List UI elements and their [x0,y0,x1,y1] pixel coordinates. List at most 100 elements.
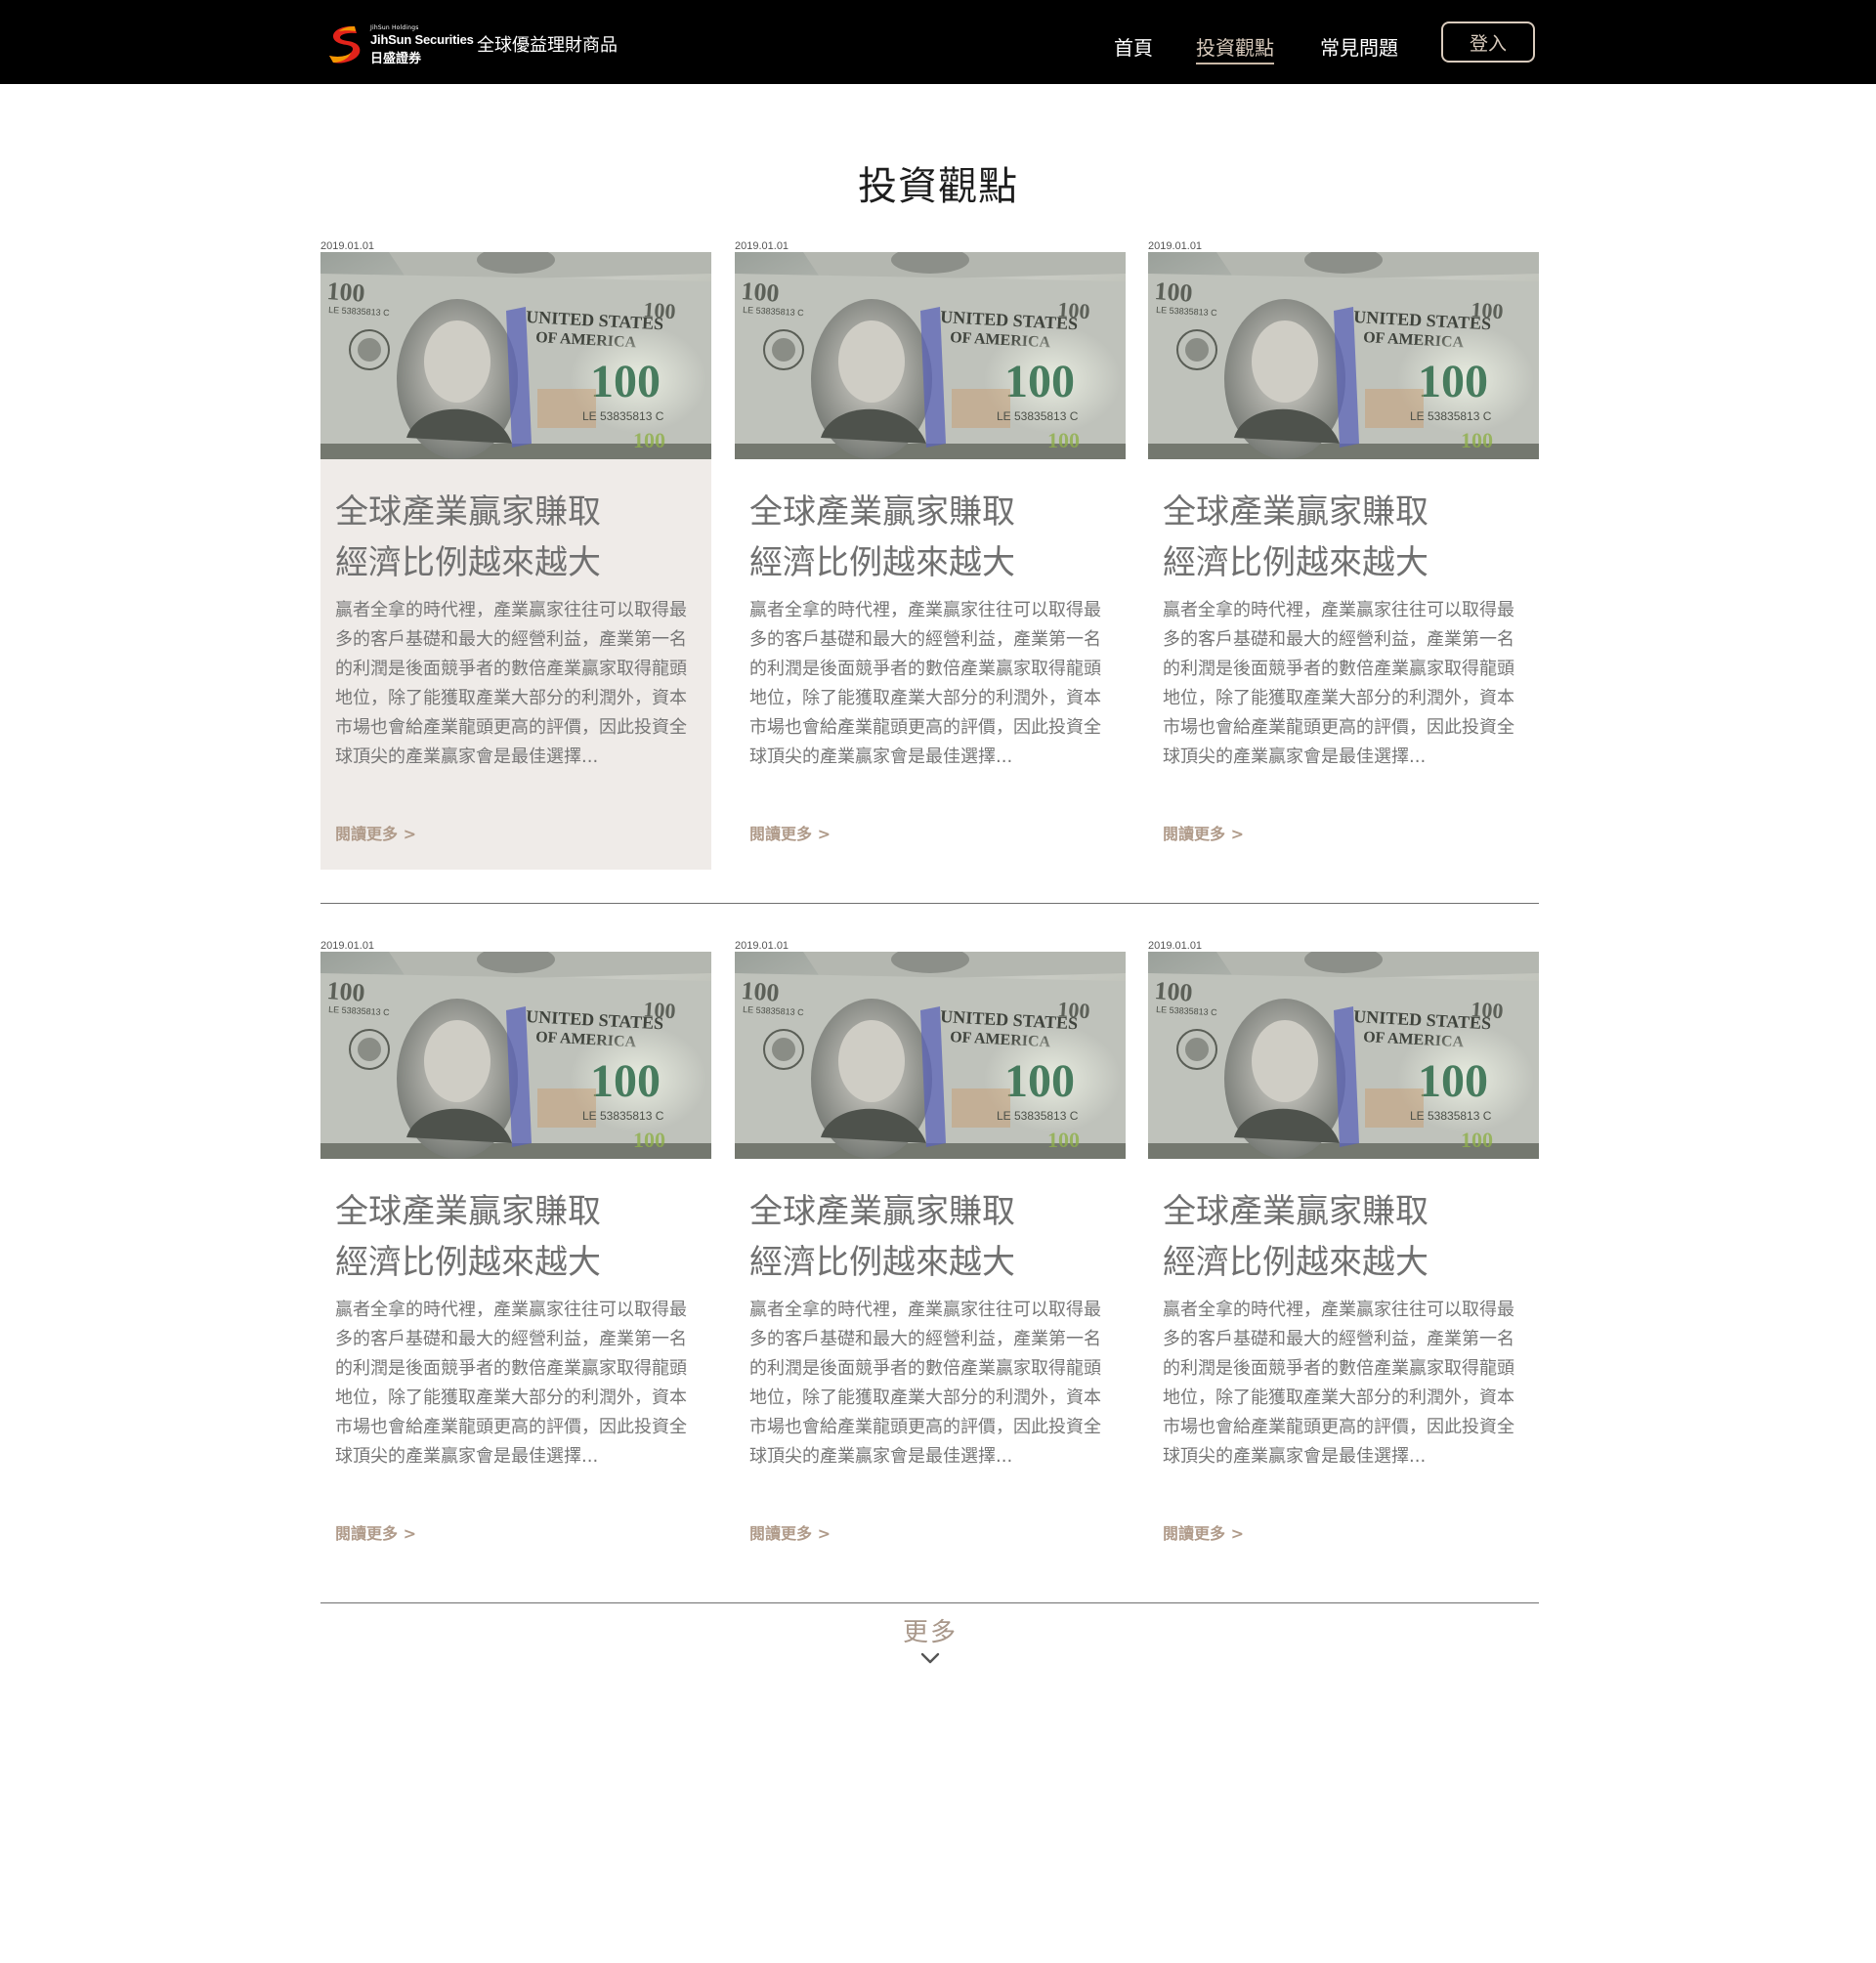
svg-text:LE 53835813 C: LE 53835813 C [1410,1109,1492,1123]
svg-text:100: 100 [643,997,677,1023]
article-title[interactable]: 全球產業贏家賺取 經濟比例越來越大 [335,1186,702,1288]
article-title-line: 全球產業贏家賺取 [749,1192,1015,1231]
svg-text:LE 53835813 C: LE 53835813 C [582,1109,664,1123]
article-image[interactable]: 100 LE 53835813 C UNITED STATES OF AMERI… [735,952,1126,1159]
login-button-label: 登入 [1469,32,1507,55]
hundred-dollar-bill-image: 100 LE 53835813 C UNITED STATES OF AMERI… [1148,952,1539,1159]
article-date: 2019.01.01 [320,240,375,252]
svg-text:100: 100 [741,976,781,1007]
article-title[interactable]: 全球產業贏家賺取 經濟比例越來越大 [335,487,702,588]
read-more-link[interactable]: 閱讀更多 > [749,821,831,844]
article-image[interactable]: 100 LE 53835813 C UNITED STATES OF AMERI… [1148,952,1539,1159]
article-body: 全球產業贏家賺取 經濟比例越來越大 贏者全拿的時代裡，產業贏家往往可以取得最多的… [1148,459,1539,870]
article-image[interactable]: 100 LE 53835813 C UNITED STATES OF AMERI… [735,252,1126,459]
hundred-dollar-bill-image: 100 LE 53835813 C UNITED STATES OF AMERI… [735,252,1126,459]
article-title[interactable]: 全球產業贏家賺取 經濟比例越來越大 [749,1186,1116,1288]
article-title[interactable]: 全球產業贏家賺取 經濟比例越來越大 [1163,487,1529,588]
hundred-dollar-bill-image: 100 LE 53835813 C UNITED STATES OF AMERI… [320,252,711,459]
article-excerpt: 贏者全拿的時代裡，產業贏家往往可以取得最多的客戶基礎和最大的經營利益，產業第一名… [1163,1300,1514,1467]
svg-text:100: 100 [326,277,366,308]
article-title-line: 經濟比例越來越大 [1163,543,1428,582]
article-body: 全球產業贏家賺取 經濟比例越來越大 贏者全拿的時代裡，產業贏家往往可以取得最多的… [320,1159,711,1569]
site-name: 全球優益理財商品 [477,35,618,56]
svg-text:100: 100 [633,428,665,452]
svg-text:100: 100 [1154,976,1194,1007]
svg-text:100: 100 [326,976,366,1007]
article-excerpt: 贏者全拿的時代裡，產業贏家往往可以取得最多的客戶基礎和最大的經營利益，產業第一名… [749,1300,1101,1467]
article-title-line: 經濟比例越來越大 [335,543,601,582]
article-title-line: 全球產業贏家賺取 [1163,492,1428,532]
hundred-dollar-bill-image: 100 LE 53835813 C UNITED STATES OF AMERI… [735,952,1126,1159]
article-title-line: 經濟比例越來越大 [749,1243,1015,1282]
article-title[interactable]: 全球產業贏家賺取 經濟比例越來越大 [749,487,1116,588]
svg-text:100: 100 [1004,1055,1075,1107]
nav-item-home[interactable]: 首頁 [1114,32,1153,61]
article-title[interactable]: 全球產業贏家賺取 經濟比例越來越大 [1163,1186,1529,1288]
article-body: 全球產業贏家賺取 經濟比例越來越大 贏者全拿的時代裡，產業贏家往往可以取得最多的… [1148,1159,1539,1569]
article-image[interactable]: 100 LE 53835813 C UNITED STATES OF AMERI… [320,252,711,459]
article-body: 全球產業贏家賺取 經濟比例越來越大 贏者全拿的時代裡，產業贏家往往可以取得最多的… [735,1159,1126,1569]
article-excerpt: 贏者全拿的時代裡，產業贏家往往可以取得最多的客戶基礎和最大的經營利益，產業第一名… [749,600,1101,767]
hundred-dollar-bill-image: 100 LE 53835813 C UNITED STATES OF AMERI… [320,952,711,1159]
article-title-line: 全球產業贏家賺取 [335,1192,601,1231]
svg-text:100: 100 [1461,428,1493,452]
nav-item-investment-insights[interactable]: 投資觀點 [1196,32,1274,64]
article-body: 全球產業贏家賺取 經濟比例越來越大 贏者全拿的時代裡，產業贏家往往可以取得最多的… [320,459,711,870]
svg-text:LE 53835813 C: LE 53835813 C [582,409,664,423]
svg-text:100: 100 [633,1128,665,1152]
read-more-link[interactable]: 閱讀更多 > [1163,821,1244,844]
svg-text:100: 100 [1418,356,1488,407]
page-title: 投資觀點 [858,164,1018,209]
load-more-button[interactable]: 更多 [870,1612,991,1671]
article-date: 2019.01.01 [320,940,375,952]
article-title-line: 經濟比例越來越大 [749,543,1015,582]
active-nav-underline [1196,63,1274,64]
svg-text:100: 100 [590,356,661,407]
svg-text:100: 100 [590,1055,661,1107]
svg-text:LE 53835813 C: LE 53835813 C [1410,409,1492,423]
article-excerpt: 贏者全拿的時代裡，產業贏家往往可以取得最多的客戶基礎和最大的經營利益，產業第一名… [335,600,687,767]
svg-text:100: 100 [1047,1128,1080,1152]
article-image[interactable]: 100 LE 53835813 C UNITED STATES OF AMERI… [320,952,711,1159]
article-title-line: 全球產業贏家賺取 [1163,1192,1428,1231]
svg-text:100: 100 [1004,356,1075,407]
svg-text:100: 100 [741,277,781,308]
svg-text:100: 100 [1057,997,1091,1023]
logo-holdings-text: JihSun Holdings [370,24,419,31]
article-title-line: 全球產業贏家賺取 [749,492,1015,532]
article-title-line: 經濟比例越來越大 [335,1243,601,1282]
login-button[interactable]: 登入 [1441,21,1535,63]
chevron-down-icon [920,1652,940,1664]
row-divider [320,1602,1539,1603]
jihsun-logo-icon [329,25,361,64]
nav-item-faq[interactable]: 常見問題 [1320,32,1398,61]
svg-text:LE 53835813 C: LE 53835813 C [997,1109,1079,1123]
read-more-link[interactable]: 閱讀更多 > [749,1520,831,1544]
svg-text:100: 100 [1418,1055,1488,1107]
svg-text:100: 100 [1154,277,1194,308]
article-title-line: 經濟比例越來越大 [1163,1243,1428,1282]
article-date: 2019.01.01 [735,940,789,952]
read-more-link[interactable]: 閱讀更多 > [335,821,416,844]
article-image[interactable]: 100 LE 53835813 C UNITED STATES OF AMERI… [1148,252,1539,459]
article-body: 全球產業贏家賺取 經濟比例越來越大 贏者全拿的時代裡，產業贏家往往可以取得最多的… [735,459,1126,870]
read-more-link[interactable]: 閱讀更多 > [335,1520,416,1544]
article-date: 2019.01.01 [1148,240,1203,252]
article-date: 2019.01.01 [1148,940,1203,952]
article-title-line: 全球產業贏家賺取 [335,492,601,532]
logo-chinese-name: 日盛證券 [370,52,422,66]
hundred-dollar-bill-image: 100 LE 53835813 C UNITED STATES OF AMERI… [1148,252,1539,459]
svg-text:LE 53835813 C: LE 53835813 C [997,409,1079,423]
load-more-label: 更多 [902,1618,958,1647]
svg-text:100: 100 [1047,428,1080,452]
svg-text:100: 100 [1461,1128,1493,1152]
svg-text:100: 100 [1471,997,1505,1023]
svg-text:100: 100 [1057,297,1091,323]
article-date: 2019.01.01 [735,240,789,252]
read-more-link[interactable]: 閱讀更多 > [1163,1520,1244,1544]
svg-text:100: 100 [1471,297,1505,323]
row-divider [320,903,1539,904]
article-excerpt: 贏者全拿的時代裡，產業贏家往往可以取得最多的客戶基礎和最大的經營利益，產業第一名… [335,1300,687,1467]
nav-item-label: 投資觀點 [1196,36,1274,60]
svg-text:100: 100 [643,297,677,323]
